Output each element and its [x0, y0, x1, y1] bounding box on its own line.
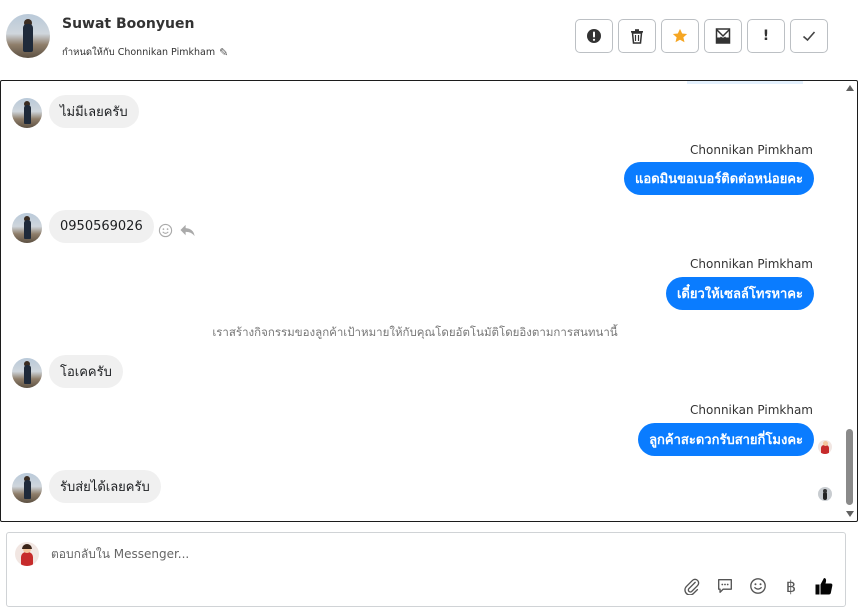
assignment-label: กำหนดให้กับ Chonnikan Pimkham	[62, 47, 216, 58]
scroll-down-arrow-icon[interactable]	[846, 511, 854, 517]
contact-message-avatar[interactable]	[12, 358, 42, 388]
reply-composer: ฿	[6, 532, 846, 607]
incoming-message[interactable]: โอเคครับ	[49, 355, 123, 388]
contact-message-avatar[interactable]	[12, 213, 42, 243]
mark-done-button[interactable]	[790, 19, 828, 53]
agent-avatar	[15, 542, 39, 566]
incoming-message[interactable]: ไม่มีเลยครับ	[49, 95, 139, 128]
header-actions: !	[575, 19, 828, 53]
scroll-thumb[interactable]	[846, 429, 853, 505]
contact-name[interactable]: Suwat Boonyuen	[62, 16, 194, 32]
outgoing-message[interactable]: แอดมินขอเบอร์ติดต่อหน่อยคะ	[624, 162, 814, 195]
incoming-message[interactable]: 0950569026	[49, 210, 154, 243]
previous-message-edge	[687, 81, 803, 84]
attach-button[interactable]	[681, 575, 703, 597]
scroll-up-arrow-icon[interactable]	[846, 85, 854, 91]
reply-input[interactable]	[51, 547, 651, 561]
message-hover-tools	[158, 223, 196, 238]
report-button[interactable]	[575, 19, 613, 53]
payment-button[interactable]: ฿	[780, 575, 802, 597]
emoji-button[interactable]	[747, 575, 769, 597]
attach-icon	[684, 578, 700, 595]
thread-scrollbar[interactable]	[844, 83, 855, 519]
mark-unread-icon	[715, 28, 731, 44]
react-emoji-icon[interactable]	[158, 223, 173, 238]
done-icon	[802, 31, 816, 42]
contact-avatar[interactable]	[6, 14, 50, 58]
outgoing-message[interactable]: เดี๋ยวให้เซลล์โทรหาคะ	[665, 277, 814, 310]
sender-name: Chonnikan Pimkham	[690, 143, 813, 157]
read-receipt-avatar	[818, 487, 832, 501]
sender-name: Chonnikan Pimkham	[690, 257, 813, 271]
emoji-icon	[750, 578, 766, 594]
star-button[interactable]	[661, 19, 699, 53]
report-icon	[587, 29, 601, 43]
assignment-info[interactable]: กำหนดให้กับ Chonnikan Pimkham ✎	[62, 45, 228, 60]
star-icon	[672, 28, 688, 43]
system-activity-note: เราสร้างกิจกรรมของลูกค้าเป้าหมายให้กับคุ…	[212, 325, 618, 339]
reply-icon[interactable]	[179, 223, 196, 238]
saved-reply-icon	[718, 579, 732, 593]
like-button[interactable]	[813, 575, 835, 597]
currency-icon: ฿	[785, 576, 797, 596]
composer-toolbar: ฿	[681, 575, 835, 597]
delete-button[interactable]	[618, 19, 656, 53]
conversation-header: Suwat Boonyuen กำหนดให้กับ Chonnikan Pim…	[0, 0, 864, 80]
mark-unread-button[interactable]	[704, 19, 742, 53]
message-thread[interactable]: ไม่มีเลยครับ Chonnikan Pimkham แอดมินขอเ…	[0, 80, 858, 522]
incoming-message[interactable]: รับส่ยได้เลยครับ	[49, 470, 161, 503]
follow-up-button[interactable]: !	[747, 19, 785, 53]
contact-message-avatar[interactable]	[12, 98, 42, 128]
seen-by-avatar	[818, 440, 832, 454]
trash-icon	[631, 29, 643, 44]
saved-reply-button[interactable]	[714, 575, 736, 597]
like-icon	[815, 578, 833, 595]
contact-message-avatar[interactable]	[12, 473, 42, 503]
outgoing-message[interactable]: ลูกค้าสะดวกรับสายกี่โมงคะ	[638, 423, 814, 456]
follow-up-icon: !	[762, 28, 770, 44]
sender-name: Chonnikan Pimkham	[690, 403, 813, 417]
edit-pencil-icon[interactable]: ✎	[219, 46, 228, 59]
